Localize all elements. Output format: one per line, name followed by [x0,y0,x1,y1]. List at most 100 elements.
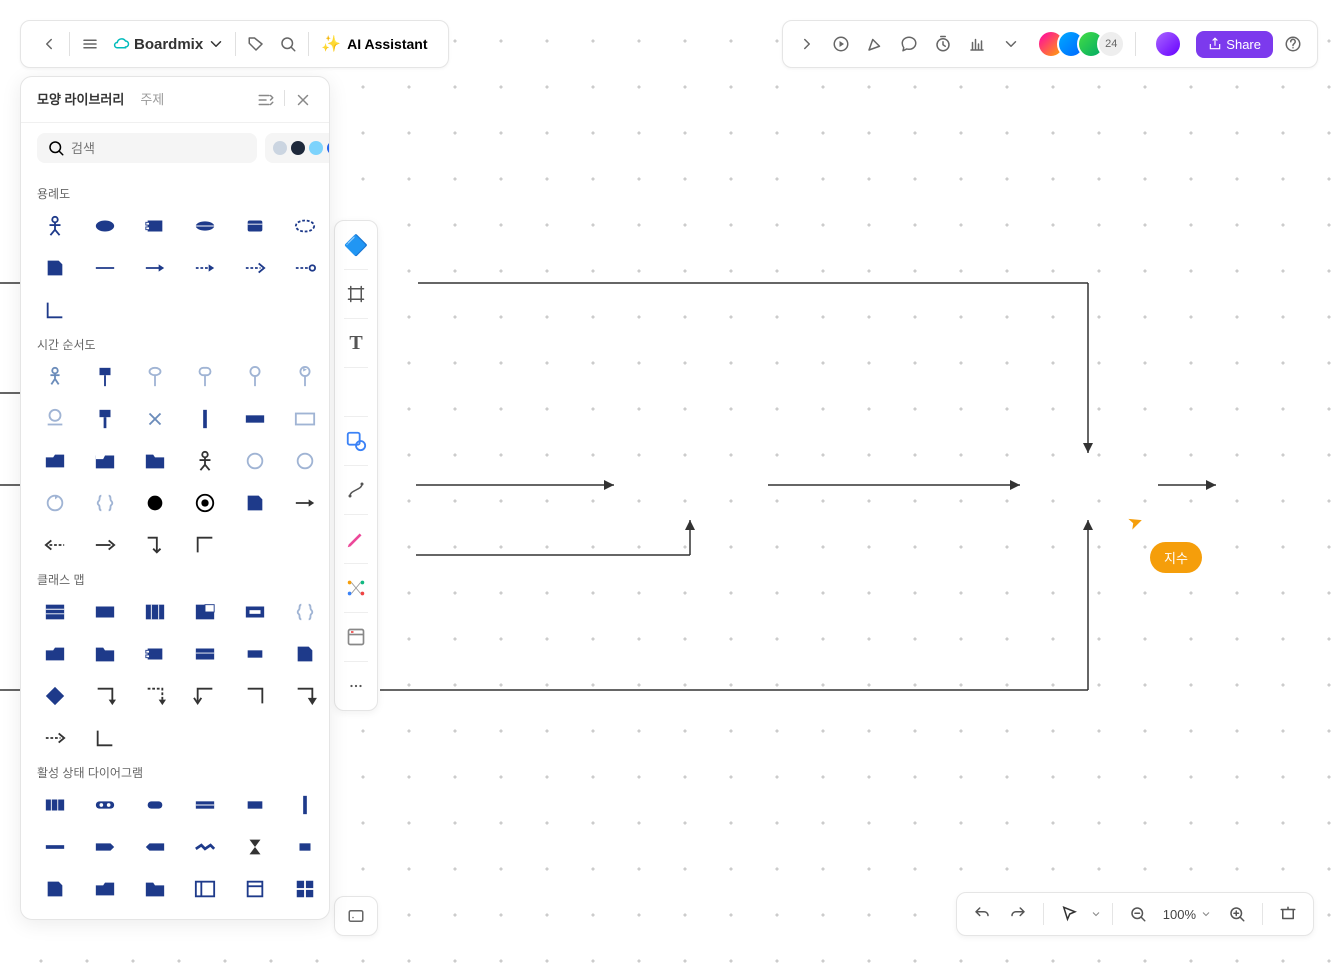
shape-rect3[interactable] [237,791,273,819]
shape-control[interactable] [137,363,173,391]
shape-package2[interactable] [87,640,123,668]
shape-arrow[interactable] [137,254,173,282]
zoom-level[interactable]: 100% [1159,907,1216,922]
avatar-count[interactable]: 24 [1097,30,1125,58]
shape-elbow-down[interactable] [87,682,123,710]
shape-braces[interactable] [87,489,123,517]
shape-boundary[interactable] [287,212,323,240]
cursor-tool[interactable] [1054,899,1084,929]
shape-interface[interactable] [137,598,173,626]
shape-dashed-open-arrow[interactable] [237,254,273,282]
tool-frame[interactable] [340,278,372,310]
color-dot[interactable] [291,141,305,155]
tag-button[interactable] [240,28,272,60]
shape-hbar[interactable] [37,833,73,861]
shape-frame[interactable] [237,405,273,433]
shape-actor[interactable] [37,212,73,240]
tool-text[interactable]: T [340,327,372,359]
share-button[interactable]: Share [1196,31,1273,58]
shape-folder[interactable] [37,447,73,475]
shape-pill-eyes[interactable] [87,791,123,819]
shape-lens[interactable] [187,212,223,240]
more-button[interactable] [997,28,1025,60]
shape-note2[interactable] [237,489,273,517]
shape-pill[interactable] [137,791,173,819]
shape-table[interactable] [187,875,223,903]
shape-target[interactable] [187,489,223,517]
redo-button[interactable] [1003,899,1033,929]
sort-button[interactable] [256,90,276,110]
shape-circle-outline2[interactable] [287,447,323,475]
search-input[interactable] [71,141,247,156]
shape-note3[interactable] [287,640,323,668]
shape-circle-end[interactable] [287,254,323,282]
tool-shapes[interactable]: 🔷 [340,229,372,261]
shape-package[interactable] [37,640,73,668]
shape-folder4[interactable] [87,875,123,903]
confetti-button[interactable] [861,28,889,60]
shape-entity[interactable] [187,363,223,391]
shape-elbow-arrow[interactable] [137,531,173,559]
shape-dashed-back-arrow[interactable] [37,531,73,559]
shape-circle-line[interactable] [237,363,273,391]
shape-braces2[interactable] [287,598,323,626]
menu-button[interactable] [74,28,106,60]
shape-signal-send[interactable] [137,833,173,861]
undo-button[interactable] [967,899,997,929]
shape-zigzag[interactable] [187,833,223,861]
shape-class3[interactable] [187,598,223,626]
shape-open-arrow[interactable] [87,531,123,559]
close-panel-button[interactable] [293,90,313,110]
shape-line[interactable] [87,254,123,282]
shape-hourglass[interactable] [237,833,273,861]
shape-dashed-open-arrow2[interactable] [37,724,73,752]
shape-note4[interactable] [37,875,73,903]
shape-grid4[interactable] [287,875,323,903]
shape-signal-recv[interactable] [87,833,123,861]
shape-spinner[interactable] [37,489,73,517]
tool-shape[interactable] [340,425,372,457]
help-button[interactable] [1279,28,1307,60]
shape-arrow2[interactable] [287,489,323,517]
brand-dropdown[interactable]: Boardmix [106,35,231,53]
shape-destroy[interactable] [137,405,173,433]
tab-library[interactable]: 모양 라이브러리 [37,89,124,110]
tool-more[interactable] [340,670,372,702]
shape-component2[interactable] [137,640,173,668]
shape-actor2[interactable] [187,447,223,475]
shape-folder2[interactable] [87,447,123,475]
shape-elbow-open[interactable] [187,682,223,710]
color-dot[interactable] [273,141,287,155]
shape-db[interactable] [237,875,273,903]
shape-card[interactable] [237,212,273,240]
shape-elbow[interactable] [37,296,73,324]
chat-button[interactable] [895,28,923,60]
shape-ellipse[interactable] [87,212,123,240]
shape-bar[interactable] [187,405,223,433]
color-dot[interactable] [327,141,330,155]
shape-small-rect[interactable] [237,640,273,668]
ai-assistant-button[interactable]: ✨ AI Assistant [313,34,435,54]
shape-circle-outline[interactable] [237,447,273,475]
expand-button[interactable] [793,28,821,60]
shape-loop[interactable] [287,363,323,391]
vote-button[interactable] [963,28,991,60]
back-button[interactable] [33,28,65,60]
tool-mindmap[interactable] [340,572,372,604]
zoom-out-button[interactable] [1123,899,1153,929]
shape-swimlane[interactable] [37,791,73,819]
color-dot[interactable] [309,141,323,155]
shape-card2[interactable] [187,640,223,668]
minimap-button[interactable] [334,896,378,936]
play-button[interactable] [827,28,855,60]
shape-boundary-lifeline[interactable] [87,363,123,391]
shape-underline-circle[interactable] [37,405,73,433]
tool-template[interactable] [340,621,372,653]
shape-elbow-simple[interactable] [237,682,273,710]
search-box[interactable] [37,133,257,163]
tab-theme[interactable]: 주제 [140,89,164,110]
tool-sticky[interactable] [340,376,372,408]
shape-split-rect[interactable] [187,791,223,819]
shape-elbow-dashed[interactable] [137,682,173,710]
shape-elbow-down2[interactable] [287,682,323,710]
